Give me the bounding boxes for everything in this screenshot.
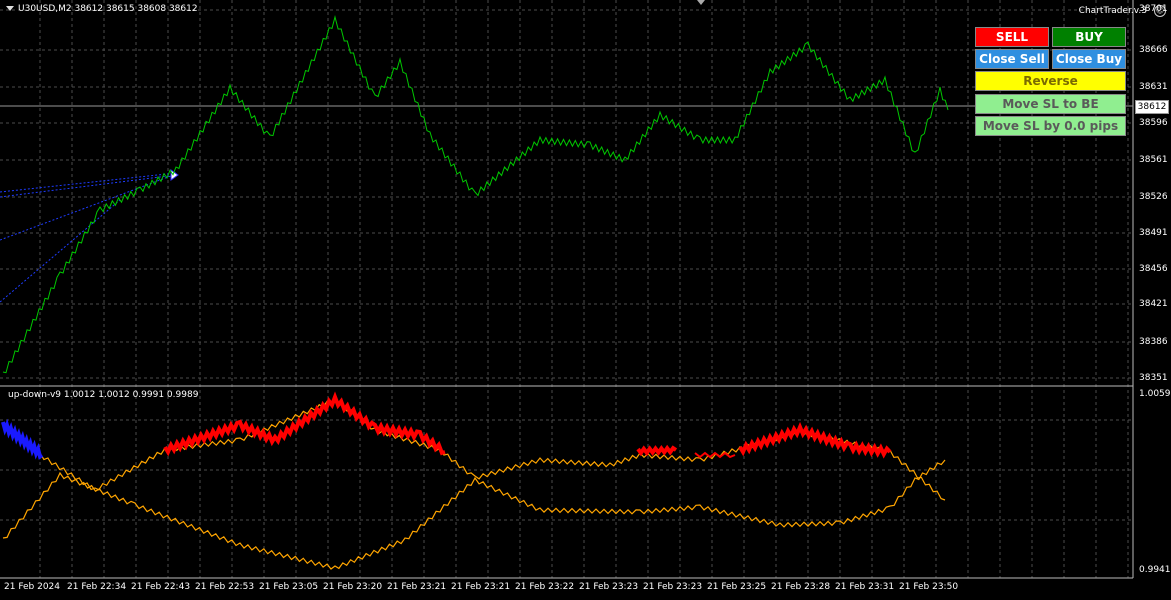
reverse-button[interactable]: Reverse xyxy=(975,71,1126,91)
menu-triangle-icon[interactable] xyxy=(6,6,14,11)
time-label: 21 Feb 2024 xyxy=(4,582,61,592)
shift-marker-icon[interactable] xyxy=(697,0,705,5)
time-label: 21 Feb 23:05 xyxy=(259,582,319,592)
time-label: 21 Feb 23:25 xyxy=(707,582,767,592)
time-label: 21 Feb 22:34 xyxy=(67,582,127,592)
close-buy-button[interactable]: Close Buy xyxy=(1052,49,1126,69)
price-label: 38596 xyxy=(1139,118,1168,128)
price-label: 38491 xyxy=(1139,228,1168,238)
brand-label: ChartTrader.v.3 xyxy=(1078,6,1147,16)
time-label: 21 Feb 23:22 xyxy=(515,582,575,592)
price-label: 38456 xyxy=(1139,264,1168,274)
buy-button[interactable]: BUY xyxy=(1052,27,1126,47)
time-label: 21 Feb 23:23 xyxy=(643,582,703,592)
price-label: 38421 xyxy=(1139,299,1168,309)
price-label: 38701 xyxy=(1139,4,1168,14)
indicator-label: up-down-v9 1.0012 1.0012 0.9991 0.9989 xyxy=(8,390,199,400)
price-label: 38526 xyxy=(1139,192,1168,202)
current-price-tag: 38612 xyxy=(1135,100,1169,114)
time-label: 21 Feb 23:31 xyxy=(835,582,895,592)
symbol-info: U30USD,M2 38612 38615 38608 38612 xyxy=(18,4,198,14)
close-sell-button[interactable]: Close Sell xyxy=(975,49,1049,69)
price-label: 38666 xyxy=(1139,45,1168,55)
move-sl-be-button[interactable]: Move SL to BE xyxy=(975,94,1126,114)
price-label: 38631 xyxy=(1139,82,1168,92)
sell-button[interactable]: SELL xyxy=(975,27,1049,47)
time-label: 21 Feb 23:23 xyxy=(579,582,639,592)
time-label: 21 Feb 23:50 xyxy=(899,582,959,592)
move-sl-pips-button[interactable]: Move SL by 0.0 pips xyxy=(975,116,1126,136)
time-label: 21 Feb 23:28 xyxy=(771,582,831,592)
price-label: 38561 xyxy=(1139,155,1168,165)
price-label: 38351 xyxy=(1139,373,1168,383)
time-label: 21 Feb 23:20 xyxy=(323,582,383,592)
time-label: 21 Feb 22:43 xyxy=(131,582,191,592)
price-label: 38386 xyxy=(1139,337,1168,347)
time-label: 21 Feb 23:21 xyxy=(451,582,511,592)
indicator-max-label: 1.0059 xyxy=(1139,389,1171,399)
time-label: 21 Feb 23:21 xyxy=(387,582,447,592)
time-label: 21 Feb 22:53 xyxy=(195,582,255,592)
indicator-min-label: 0.9941 xyxy=(1139,565,1171,575)
